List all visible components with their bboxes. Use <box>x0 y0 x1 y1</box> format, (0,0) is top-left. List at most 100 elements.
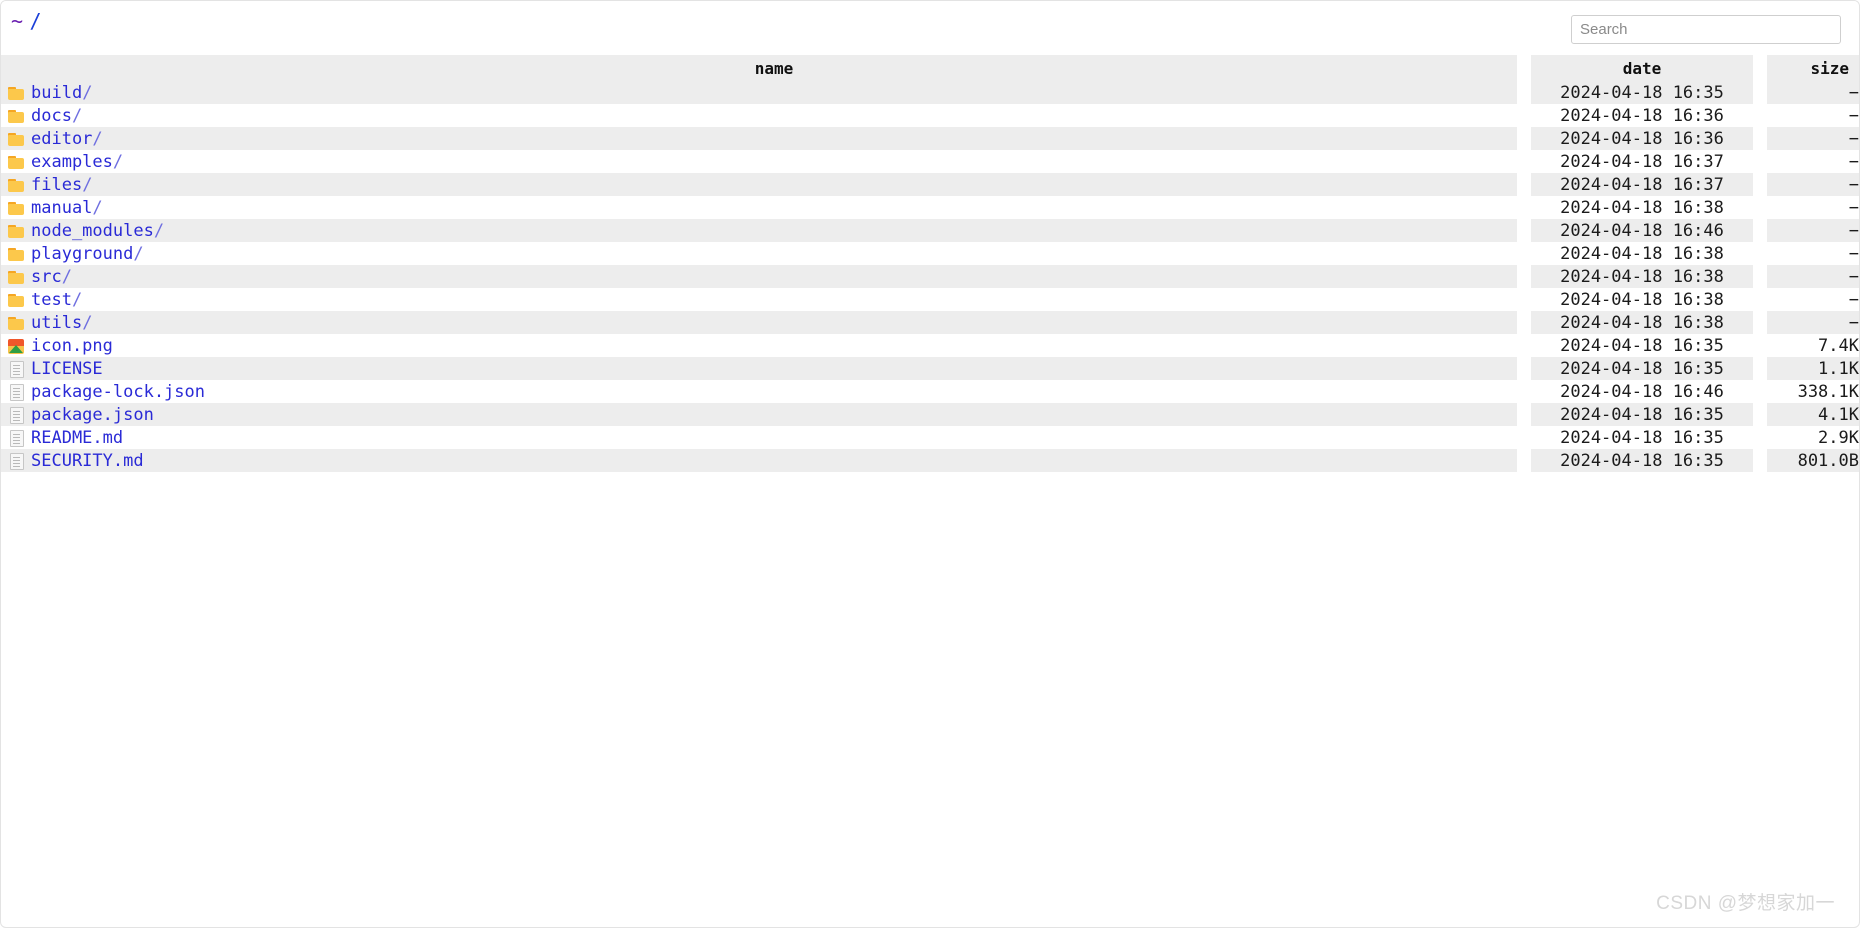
row-date-cell: 2024-04-18 16:35 <box>1531 334 1753 357</box>
table-row[interactable]: editor/2024-04-18 16:36− <box>1 127 1859 150</box>
row-icon-cell <box>1 288 31 311</box>
file-entry-link[interactable]: SECURITY.md <box>31 451 144 471</box>
folder-icon <box>7 224 25 239</box>
file-entry-link[interactable]: examples/ <box>31 152 123 172</box>
file-entry-link[interactable]: icon.png <box>31 336 113 356</box>
folder-icon <box>7 155 25 170</box>
table-row[interactable]: package.json 2024-04-18 16:35 4.1K <box>1 403 1859 426</box>
table-header: name date size <box>1 55 1859 81</box>
watermark: CSDN @梦想家加一 <box>1656 893 1835 914</box>
row-size-cell: − <box>1767 311 1859 334</box>
table-row[interactable]: docs/2024-04-18 16:36− <box>1 104 1859 127</box>
table-row[interactable]: files/2024-04-18 16:37− <box>1 173 1859 196</box>
row-date-cell: 2024-04-18 16:38 <box>1531 311 1753 334</box>
breadcrumb-home[interactable]: ~ <box>11 9 24 33</box>
row-icon-cell <box>1 196 31 219</box>
directory-suffix: / <box>82 174 93 195</box>
row-icon-cell <box>1 219 31 242</box>
file-entry-link[interactable]: utils/ <box>31 313 92 333</box>
table-row[interactable]: package-lock.json 2024-04-18 16:46 338.1K <box>1 380 1859 403</box>
table-row[interactable]: SECURITY.md 2024-04-18 16:35 801.0B <box>1 449 1859 472</box>
file-entry-link[interactable]: build/ <box>31 83 92 103</box>
row-icon-cell <box>1 334 31 357</box>
file-entry-link[interactable]: test/ <box>31 290 82 310</box>
row-date-cell: 2024-04-18 16:35 <box>1531 403 1753 426</box>
file-entry-link[interactable]: README.md <box>31 428 123 448</box>
header-icon-col <box>1 55 31 81</box>
row-date-cell: 2024-04-18 16:46 <box>1531 219 1753 242</box>
row-size-cell: − <box>1767 265 1859 288</box>
image-icon <box>8 338 24 354</box>
row-date-cell: 2024-04-18 16:37 <box>1531 173 1753 196</box>
row-size-cell: − <box>1767 173 1859 196</box>
table-row[interactable]: icon.png 2024-04-18 16:35 7.4K <box>1 334 1859 357</box>
row-date-cell: 2024-04-18 16:38 <box>1531 242 1753 265</box>
file-entry-link[interactable]: LICENSE <box>31 359 103 379</box>
row-spacer-1 <box>1517 288 1531 311</box>
row-spacer-1 <box>1517 127 1531 150</box>
document-icon <box>9 429 24 447</box>
row-spacer-2 <box>1753 196 1767 219</box>
row-icon-cell <box>1 173 31 196</box>
row-spacer-2 <box>1753 403 1767 426</box>
row-icon-cell <box>1 380 31 403</box>
column-header-name[interactable]: name <box>31 55 1517 81</box>
row-name-cell: build/ <box>31 81 1517 104</box>
table-row[interactable]: README.md 2024-04-18 16:35 2.9K <box>1 426 1859 449</box>
file-entry-link[interactable]: docs/ <box>31 106 82 126</box>
file-entry-link[interactable]: src/ <box>31 267 72 287</box>
table-row[interactable]: playground/2024-04-18 16:38− <box>1 242 1859 265</box>
table-row[interactable]: manual/2024-04-18 16:38− <box>1 196 1859 219</box>
directory-suffix: / <box>82 82 93 103</box>
row-spacer-2 <box>1753 219 1767 242</box>
row-name-cell: manual/ <box>31 196 1517 219</box>
file-entry-link[interactable]: files/ <box>31 175 92 195</box>
row-name-cell: examples/ <box>31 150 1517 173</box>
row-spacer-2 <box>1753 150 1767 173</box>
row-size-cell: 2.9K <box>1767 426 1859 449</box>
table-row[interactable]: node_modules/2024-04-18 16:46− <box>1 219 1859 242</box>
row-name-cell: src/ <box>31 265 1517 288</box>
file-entry-link[interactable]: editor/ <box>31 129 103 149</box>
row-date-cell: 2024-04-18 16:35 <box>1531 81 1753 104</box>
row-spacer-2 <box>1753 173 1767 196</box>
row-size-cell: − <box>1767 288 1859 311</box>
file-entry-link[interactable]: package-lock.json <box>31 382 205 402</box>
row-spacer-1 <box>1517 357 1531 380</box>
table-row[interactable]: build/2024-04-18 16:35− <box>1 81 1859 104</box>
row-name-cell: LICENSE <box>31 357 1517 380</box>
row-name-cell: files/ <box>31 173 1517 196</box>
row-spacer-2 <box>1753 380 1767 403</box>
column-header-size[interactable]: size <box>1767 55 1859 81</box>
row-size-cell: − <box>1767 219 1859 242</box>
directory-suffix: / <box>133 243 144 264</box>
row-size-cell: 7.4K <box>1767 334 1859 357</box>
search-container <box>1571 15 1841 44</box>
row-spacer-1 <box>1517 81 1531 104</box>
table-row[interactable]: test/2024-04-18 16:38− <box>1 288 1859 311</box>
row-spacer-2 <box>1753 127 1767 150</box>
table-row[interactable]: LICENSE 2024-04-18 16:35 1.1K <box>1 357 1859 380</box>
column-header-date[interactable]: date <box>1531 55 1753 81</box>
table-row[interactable]: examples/2024-04-18 16:37− <box>1 150 1859 173</box>
folder-icon <box>7 247 25 262</box>
header-spacer-1 <box>1517 55 1531 81</box>
file-entry-link[interactable]: node_modules/ <box>31 221 164 241</box>
row-name-cell: playground/ <box>31 242 1517 265</box>
row-icon-cell <box>1 357 31 380</box>
row-spacer-1 <box>1517 104 1531 127</box>
row-size-cell: 338.1K <box>1767 380 1859 403</box>
file-entry-link[interactable]: playground/ <box>31 244 144 264</box>
table-row[interactable]: src/2024-04-18 16:38− <box>1 265 1859 288</box>
search-input[interactable] <box>1571 15 1841 44</box>
row-date-cell: 2024-04-18 16:35 <box>1531 449 1753 472</box>
directory-suffix: / <box>82 312 93 333</box>
file-entry-link[interactable]: manual/ <box>31 198 103 218</box>
row-spacer-1 <box>1517 380 1531 403</box>
table-row[interactable]: utils/2024-04-18 16:38− <box>1 311 1859 334</box>
row-spacer-2 <box>1753 242 1767 265</box>
breadcrumb[interactable]: ~ / <box>11 7 42 35</box>
folder-icon <box>7 178 25 193</box>
file-entry-link[interactable]: package.json <box>31 405 154 425</box>
directory-suffix: / <box>92 197 103 218</box>
